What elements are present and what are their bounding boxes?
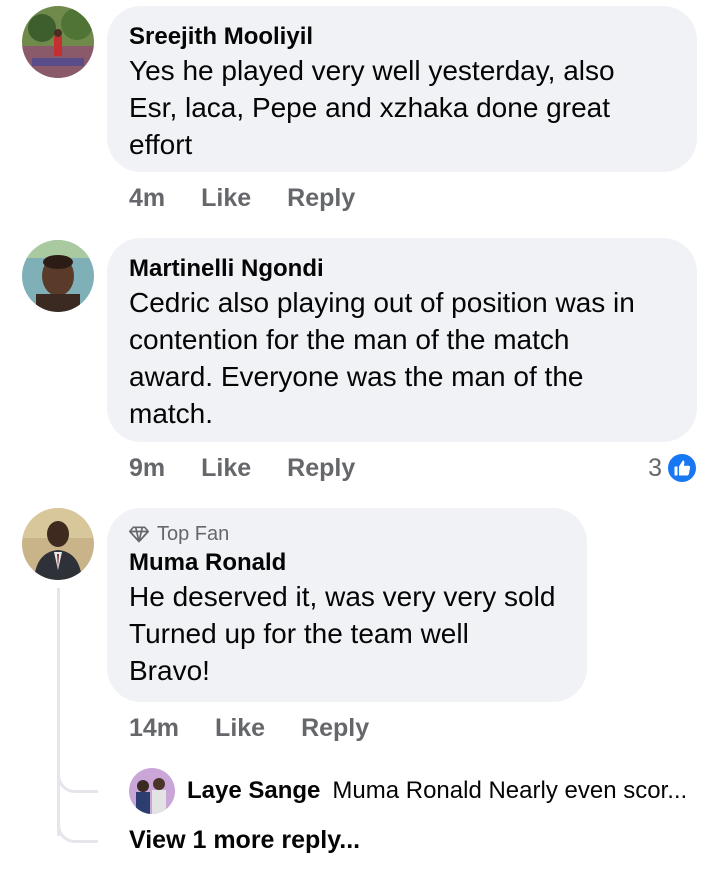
comment-author[interactable]: Sreejith Mooliyil	[129, 22, 675, 52]
comment-time[interactable]: 4m	[129, 184, 165, 213]
like-button[interactable]: Like	[215, 714, 265, 743]
diamond-icon	[129, 526, 149, 543]
comment-time[interactable]: 9m	[129, 454, 165, 483]
like-button[interactable]: Like	[201, 184, 251, 213]
avatar[interactable]	[22, 508, 94, 580]
reply-button[interactable]: Reply	[287, 184, 355, 213]
thread-connector	[57, 800, 98, 843]
view-more-replies-link[interactable]: View 1 more reply...	[129, 826, 360, 855]
comment-author[interactable]: Martinelli Ngondi	[129, 254, 675, 284]
like-button[interactable]: Like	[201, 454, 251, 483]
comment-time[interactable]: 14m	[129, 714, 179, 743]
comment-bubble: Martinelli Ngondi Cedric also playing ou…	[107, 238, 697, 442]
reply-preview[interactable]: Laye Sange Muma Ronald Nearly even scor.…	[129, 768, 687, 814]
thread-connector	[57, 740, 98, 793]
reply-avatar[interactable]	[129, 768, 175, 814]
thread-line	[57, 588, 60, 836]
reaction-summary[interactable]: 3	[648, 452, 698, 484]
comment-author[interactable]: Muma Ronald	[129, 548, 565, 578]
comment-bubble: Top Fan Muma Ronald He deserved it, was …	[107, 508, 587, 702]
badge-label: Top Fan	[157, 523, 230, 545]
comment-actions: 4m Like Reply	[129, 184, 355, 213]
reply-button[interactable]: Reply	[287, 454, 355, 483]
comment-text: He deserved it, was very very sold Turne…	[129, 581, 556, 686]
like-reaction-icon	[666, 452, 698, 484]
reaction-count: 3	[648, 453, 662, 482]
avatar[interactable]	[22, 6, 94, 78]
reply-text: Muma Ronald Nearly even scor...	[332, 777, 688, 804]
comment-bubble: Sreejith Mooliyil Yes he played very wel…	[107, 6, 697, 172]
comment-text: Cedric also playing out of position was …	[129, 287, 635, 429]
comment-actions: 9m Like Reply	[129, 454, 355, 483]
top-fan-badge: Top Fan	[129, 522, 565, 546]
comment-actions: 14m Like Reply	[129, 714, 369, 743]
avatar[interactable]	[22, 240, 94, 312]
reply-button[interactable]: Reply	[301, 714, 369, 743]
reply-author[interactable]: Laye Sange	[187, 777, 320, 805]
comment-text: Yes he played very well yesterday, also …	[129, 55, 615, 160]
